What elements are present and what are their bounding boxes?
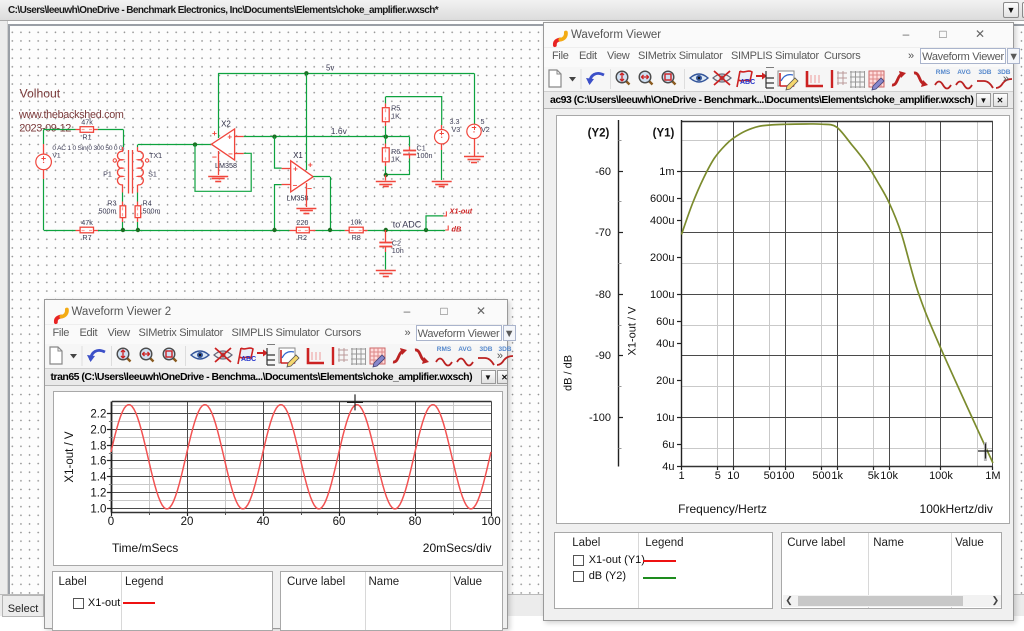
svg-text:6u: 6u (662, 439, 674, 451)
svg-text:R7: R7 (82, 233, 91, 242)
svg-text:100: 100 (481, 516, 500, 528)
svg-text:X1-out / V: X1-out / V (626, 306, 638, 356)
svg-text:LM358: LM358 (287, 194, 309, 203)
svg-text:500m: 500m (99, 207, 117, 216)
svg-text:1M: 1M (985, 470, 1000, 482)
svg-text:200u: 200u (650, 252, 674, 264)
svg-text:5v: 5v (326, 64, 334, 73)
svg-text:1K: 1K (391, 112, 400, 121)
svg-text:50: 50 (763, 470, 775, 482)
svg-text:1.0: 1.0 (90, 503, 106, 515)
svg-text:+: + (293, 165, 298, 174)
svg-text:60u: 60u (656, 316, 674, 328)
svg-text:(Y1): (Y1) (652, 128, 674, 140)
svg-text:-100: -100 (588, 412, 610, 424)
svg-text:R2: R2 (298, 233, 307, 242)
svg-text:V1: V1 (52, 153, 61, 160)
svg-text:5: 5 (714, 470, 720, 482)
svg-text:47k: 47k (81, 218, 93, 227)
svg-text:3DB: 3DB (479, 346, 492, 353)
svg-text:100n: 100n (417, 151, 433, 160)
svg-text:100u: 100u (650, 289, 674, 301)
svg-text:1.2: 1.2 (90, 487, 106, 499)
svg-text:RMS: RMS (436, 346, 451, 353)
svg-text:-60: -60 (595, 166, 611, 178)
svg-text:20u: 20u (656, 375, 674, 387)
svg-text:40u: 40u (656, 338, 674, 350)
svg-text:RMS: RMS (936, 69, 951, 76)
svg-text:+: + (212, 128, 217, 138)
svg-text:X1-out / V: X1-out / V (64, 431, 76, 482)
svg-text:ABC: ABC (241, 356, 256, 363)
svg-text:500m: 500m (143, 207, 161, 216)
svg-text:+: + (227, 133, 232, 142)
svg-text:1.4: 1.4 (90, 471, 107, 483)
svg-text:-70: -70 (595, 227, 611, 239)
svg-text:0: 0 (108, 516, 114, 528)
svg-text:10n: 10n (392, 246, 404, 255)
svg-text:1k: 1k (831, 470, 843, 482)
svg-text:TX1: TX1 (149, 151, 162, 160)
svg-text:dB: dB (452, 225, 462, 234)
svg-text:+: + (308, 160, 313, 170)
svg-text:AVG: AVG (458, 346, 472, 353)
svg-text:47k: 47k (81, 118, 93, 127)
svg-text:1: 1 (678, 470, 684, 482)
svg-text:1.6v: 1.6v (331, 126, 348, 136)
svg-text:−: − (307, 184, 312, 194)
svg-text:5k: 5k (867, 470, 879, 482)
svg-text:V3: V3 (452, 125, 461, 134)
svg-text:X1-out: X1-out (449, 207, 473, 216)
svg-text:P1: P1 (103, 170, 112, 179)
svg-text:S1: S1 (148, 170, 157, 179)
svg-text:dB / dB: dB / dB (562, 355, 574, 391)
svg-text:X1: X1 (293, 151, 303, 160)
svg-text:2023-09-12: 2023-09-12 (19, 123, 71, 135)
svg-text:80: 80 (409, 516, 422, 528)
svg-text:4u: 4u (662, 461, 674, 473)
svg-text:100: 100 (776, 470, 794, 482)
svg-text:1K: 1K (391, 154, 400, 163)
svg-text:10k: 10k (880, 470, 898, 482)
svg-text:100k: 100k (929, 470, 953, 482)
svg-text:40: 40 (257, 516, 270, 528)
svg-text:10k: 10k (350, 218, 362, 227)
svg-text:Time/mSecs: Time/mSecs (112, 541, 178, 555)
svg-text:10: 10 (727, 470, 739, 482)
svg-text:1.6: 1.6 (90, 455, 106, 467)
svg-text:to ADC: to ADC (393, 219, 422, 229)
svg-text:1m: 1m (659, 166, 674, 178)
svg-text:2.0: 2.0 (90, 424, 106, 436)
svg-text:10u: 10u (656, 412, 674, 424)
svg-text:R8: R8 (352, 233, 361, 242)
svg-text:−: − (212, 152, 217, 162)
svg-text:220: 220 (296, 218, 308, 227)
svg-text:Volhout: Volhout (20, 87, 61, 101)
svg-text:60: 60 (333, 516, 346, 528)
svg-text:20: 20 (181, 516, 194, 528)
svg-text:2.2: 2.2 (90, 408, 106, 420)
svg-text:3DB: 3DB (978, 69, 991, 76)
svg-text:-90: -90 (595, 350, 611, 362)
svg-text:100kHertz/div: 100kHertz/div (919, 502, 992, 516)
svg-text:0 AC 1 0 Sin(0 300 50 0 0): 0 AC 1 0 Sin(0 300 50 0 0) (52, 145, 124, 152)
svg-text:1.8: 1.8 (90, 440, 106, 452)
svg-text:X2: X2 (221, 120, 231, 129)
svg-text:600u: 600u (650, 193, 674, 205)
svg-text:V2: V2 (481, 125, 490, 134)
svg-text:−: − (292, 181, 297, 190)
svg-text:Frequency/Hertz: Frequency/Hertz (678, 502, 767, 516)
svg-text:www.thebackshed.com: www.thebackshed.com (18, 109, 124, 121)
svg-text:−: − (228, 149, 233, 158)
svg-text:500: 500 (812, 470, 830, 482)
svg-text:400u: 400u (650, 215, 674, 227)
svg-text:AVG: AVG (957, 69, 971, 76)
svg-text:(Y2): (Y2) (587, 128, 609, 140)
svg-text:-80: -80 (595, 289, 611, 301)
svg-text:20mSecs/div: 20mSecs/div (423, 541, 492, 555)
svg-text:ABC: ABC (740, 79, 755, 86)
svg-text:R1: R1 (82, 133, 91, 142)
